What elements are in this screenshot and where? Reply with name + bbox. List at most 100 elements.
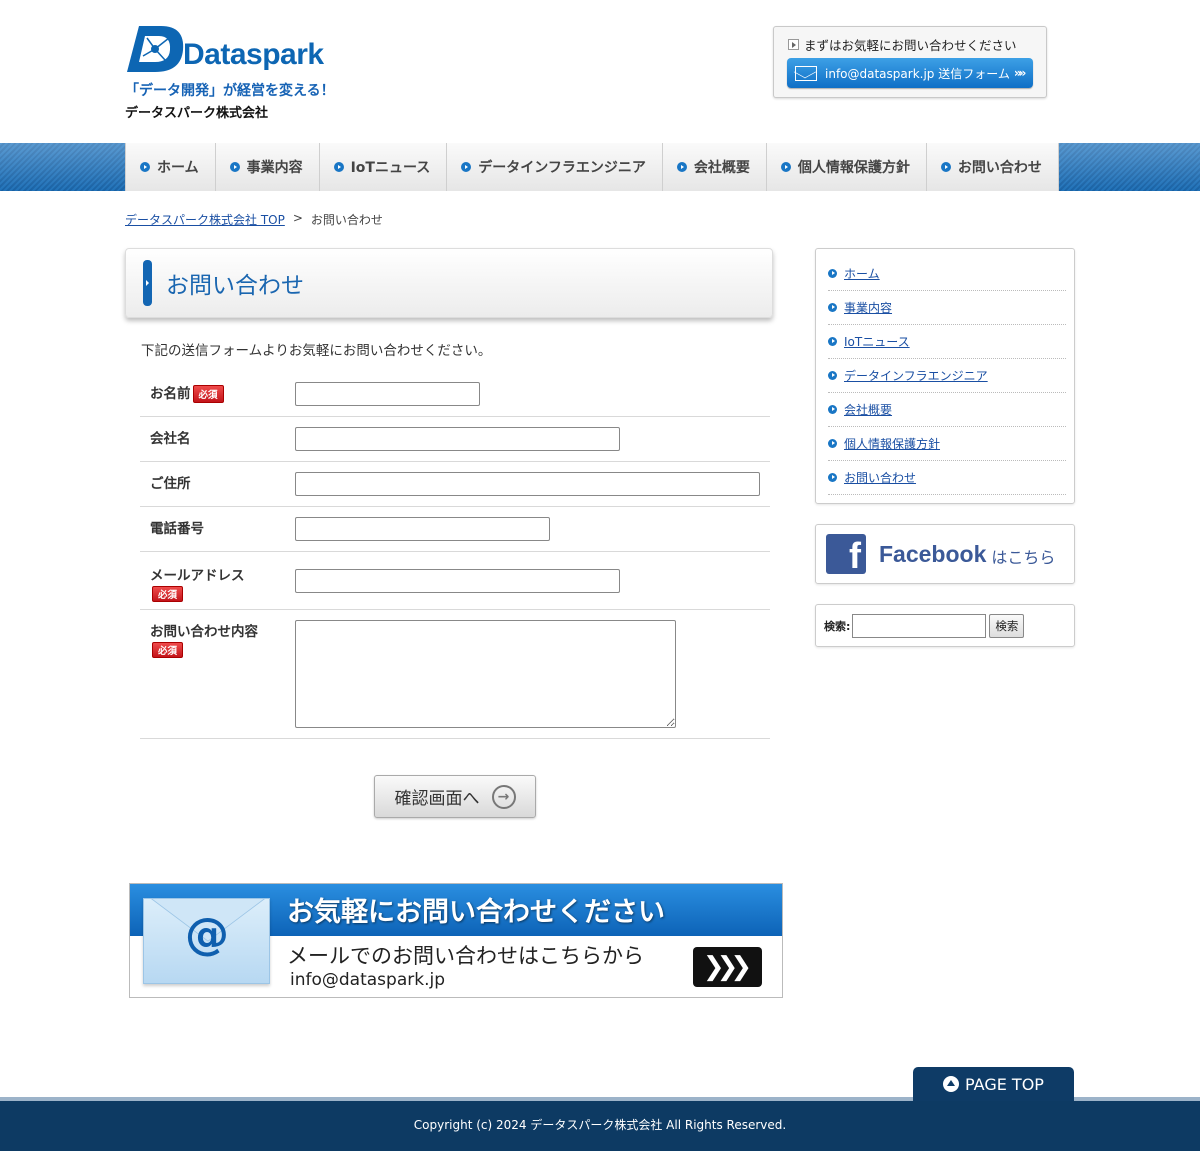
form-row-email: メールアドレス 必須 <box>140 552 770 610</box>
breadcrumb-home-link[interactable]: データスパーク株式会社 TOP <box>125 211 285 228</box>
required-badge: 必須 <box>152 642 183 658</box>
breadcrumb-separator: > <box>292 211 303 225</box>
banner-title: お気軽にお問い合わせください <box>287 897 665 928</box>
banner-email: info@dataspark.jp <box>290 970 445 990</box>
sidebar-item-data-infra-engineer: データインフラエンジニア <box>828 359 1066 393</box>
nav-item-home[interactable]: ホーム <box>125 143 216 191</box>
nav-item-contact[interactable]: お問い合わせ <box>926 143 1059 191</box>
sidebar-link[interactable]: ホーム <box>844 265 880 282</box>
nav-label: 会社概要 <box>693 160 750 176</box>
sidebar-item-business: 事業内容 <box>828 291 1066 325</box>
breadcrumb: データスパーク株式会社 TOP > お問い合わせ <box>125 211 383 228</box>
bullet-icon <box>676 162 687 172</box>
bullet-icon <box>461 162 472 172</box>
page-top-button[interactable]: PAGE TOP <box>913 1067 1074 1101</box>
envelope-icon: @ <box>143 898 270 984</box>
field-label-message: お問い合わせ内容 必須 <box>140 620 295 738</box>
nav-label: お問い合わせ <box>957 160 1042 176</box>
bullet-icon <box>828 439 837 448</box>
contact-form: お名前 必須 会社名 ご住所 電話番号 メールアドレス 必須 お問い合わせ内容 必… <box>140 372 770 739</box>
site-logo[interactable]: Dataspark 「データ開発」が経営を変える！ データスパーク株式会社 <box>125 24 345 121</box>
contact-form-button[interactable]: info@dataspark.jp 送信フォーム »» <box>787 58 1033 88</box>
name-input[interactable] <box>295 382 480 406</box>
required-badge: 必須 <box>152 586 183 602</box>
field-label-text: お問い合わせ内容 <box>150 624 258 640</box>
nav-item-privacy[interactable]: 個人情報保護方針 <box>766 143 927 191</box>
tagline: 「データ開発」が経営を変える！ <box>125 83 335 99</box>
sidebar-search: 検索: 検索 <box>815 604 1075 647</box>
page-heading: お問い合わせ <box>125 248 773 318</box>
contact-form-button-label: info@dataspark.jp 送信フォーム <box>825 66 1010 81</box>
bullet-icon <box>828 405 837 414</box>
search-input[interactable] <box>852 613 987 638</box>
field-label-phone: 電話番号 <box>150 521 204 537</box>
global-nav: ホーム 事業内容 IoTニュース データインフラエンジニア 会社概要 個人情報保… <box>125 143 1059 191</box>
required-badge: 必須 <box>192 385 224 403</box>
arrow-right-circle-icon: → <box>491 784 516 809</box>
intro-text: 下記の送信フォームよりお気軽にお問い合わせください。 <box>141 343 492 359</box>
arrow-icon <box>788 39 799 50</box>
bullet-icon <box>140 162 150 172</box>
field-label-company: 会社名 <box>150 431 191 447</box>
contact-note: まずはお気軽にお問い合わせください <box>788 35 1017 54</box>
bullet-icon <box>828 371 837 380</box>
bullet-icon <box>333 162 344 172</box>
field-label-address: ご住所 <box>150 476 191 492</box>
nav-item-iot-news[interactable]: IoTニュース <box>319 143 448 191</box>
bullet-icon <box>780 162 791 172</box>
form-row-message: お問い合わせ内容 必須 <box>140 610 770 739</box>
facebook-suffix: はこちら <box>991 548 1056 567</box>
sidebar-item-iot-news: IoTニュース <box>828 325 1066 359</box>
sidebar-item-contact: お問い合わせ <box>828 461 1066 495</box>
nav-item-company[interactable]: 会社概要 <box>662 143 767 191</box>
double-chevron-icon: »» <box>1013 66 1026 80</box>
bullet-icon <box>828 303 837 312</box>
facebook-banner[interactable]: f Facebook はこちら <box>815 524 1075 584</box>
message-textarea[interactable] <box>295 620 676 728</box>
envelope-icon <box>795 65 817 81</box>
form-row-company: 会社名 <box>140 417 770 462</box>
arrow-up-circle-icon <box>943 1076 960 1092</box>
sidebar-link[interactable]: IoTニュース <box>844 333 910 350</box>
search-button[interactable]: 検索 <box>989 613 1025 638</box>
logo-text: Dataspark <box>183 38 324 71</box>
nav-label: ホーム <box>157 160 199 176</box>
bullet-icon <box>828 337 837 346</box>
nav-label: IoTニュース <box>350 160 431 176</box>
field-label-text: お名前 <box>150 386 191 402</box>
form-row-address: ご住所 <box>140 462 770 507</box>
company-name: データスパーク株式会社 <box>125 106 269 121</box>
sidebar-link[interactable]: 事業内容 <box>844 299 892 316</box>
field-label-name: お名前 必須 <box>140 382 295 416</box>
field-label-text: メールアドレス <box>150 568 245 584</box>
address-input[interactable] <box>295 472 760 496</box>
confirm-button-label: 確認画面へ <box>394 789 480 809</box>
page-top-label: PAGE TOP <box>965 1074 1044 1094</box>
header-contact-box: まずはお気軽にお問い合わせください info@dataspark.jp 送信フォ… <box>773 26 1047 98</box>
sidebar-link[interactable]: 会社概要 <box>844 401 892 418</box>
sidebar-link[interactable]: 個人情報保護方針 <box>844 435 940 452</box>
contact-note-text: まずはお気軽にお問い合わせください <box>804 38 1017 53</box>
contact-banner[interactable]: お気軽にお問い合わせください @ メールでのお問い合わせはこちらから info@… <box>129 883 783 998</box>
sidebar-link[interactable]: データインフラエンジニア <box>844 367 988 384</box>
form-row-phone: 電話番号 <box>140 507 770 552</box>
nav-item-data-infra-engineer[interactable]: データインフラエンジニア <box>447 143 663 191</box>
banner-subtitle: メールでのお問い合わせはこちらから <box>287 944 644 968</box>
phone-input[interactable] <box>295 517 550 541</box>
nav-item-business[interactable]: 事業内容 <box>215 143 320 191</box>
email-input[interactable] <box>295 569 620 593</box>
company-input[interactable] <box>295 427 620 451</box>
nav-label: データインフラエンジニア <box>478 160 646 176</box>
page-title: お問い合わせ <box>166 273 304 299</box>
nav-label: 事業内容 <box>246 160 303 176</box>
triple-chevron-icon: ❯❯❯ <box>693 947 762 987</box>
form-row-name: お名前 必須 <box>140 372 770 417</box>
bullet-icon <box>828 269 837 278</box>
breadcrumb-current: お問い合わせ <box>310 213 383 227</box>
heading-marker-icon <box>143 260 152 306</box>
confirm-button[interactable]: 確認画面へ → <box>374 775 536 818</box>
bullet-icon <box>940 162 951 172</box>
search-label: 検索: <box>824 619 851 633</box>
sidebar-link[interactable]: お問い合わせ <box>844 469 916 486</box>
sidebar-item-home: ホーム <box>828 257 1066 291</box>
